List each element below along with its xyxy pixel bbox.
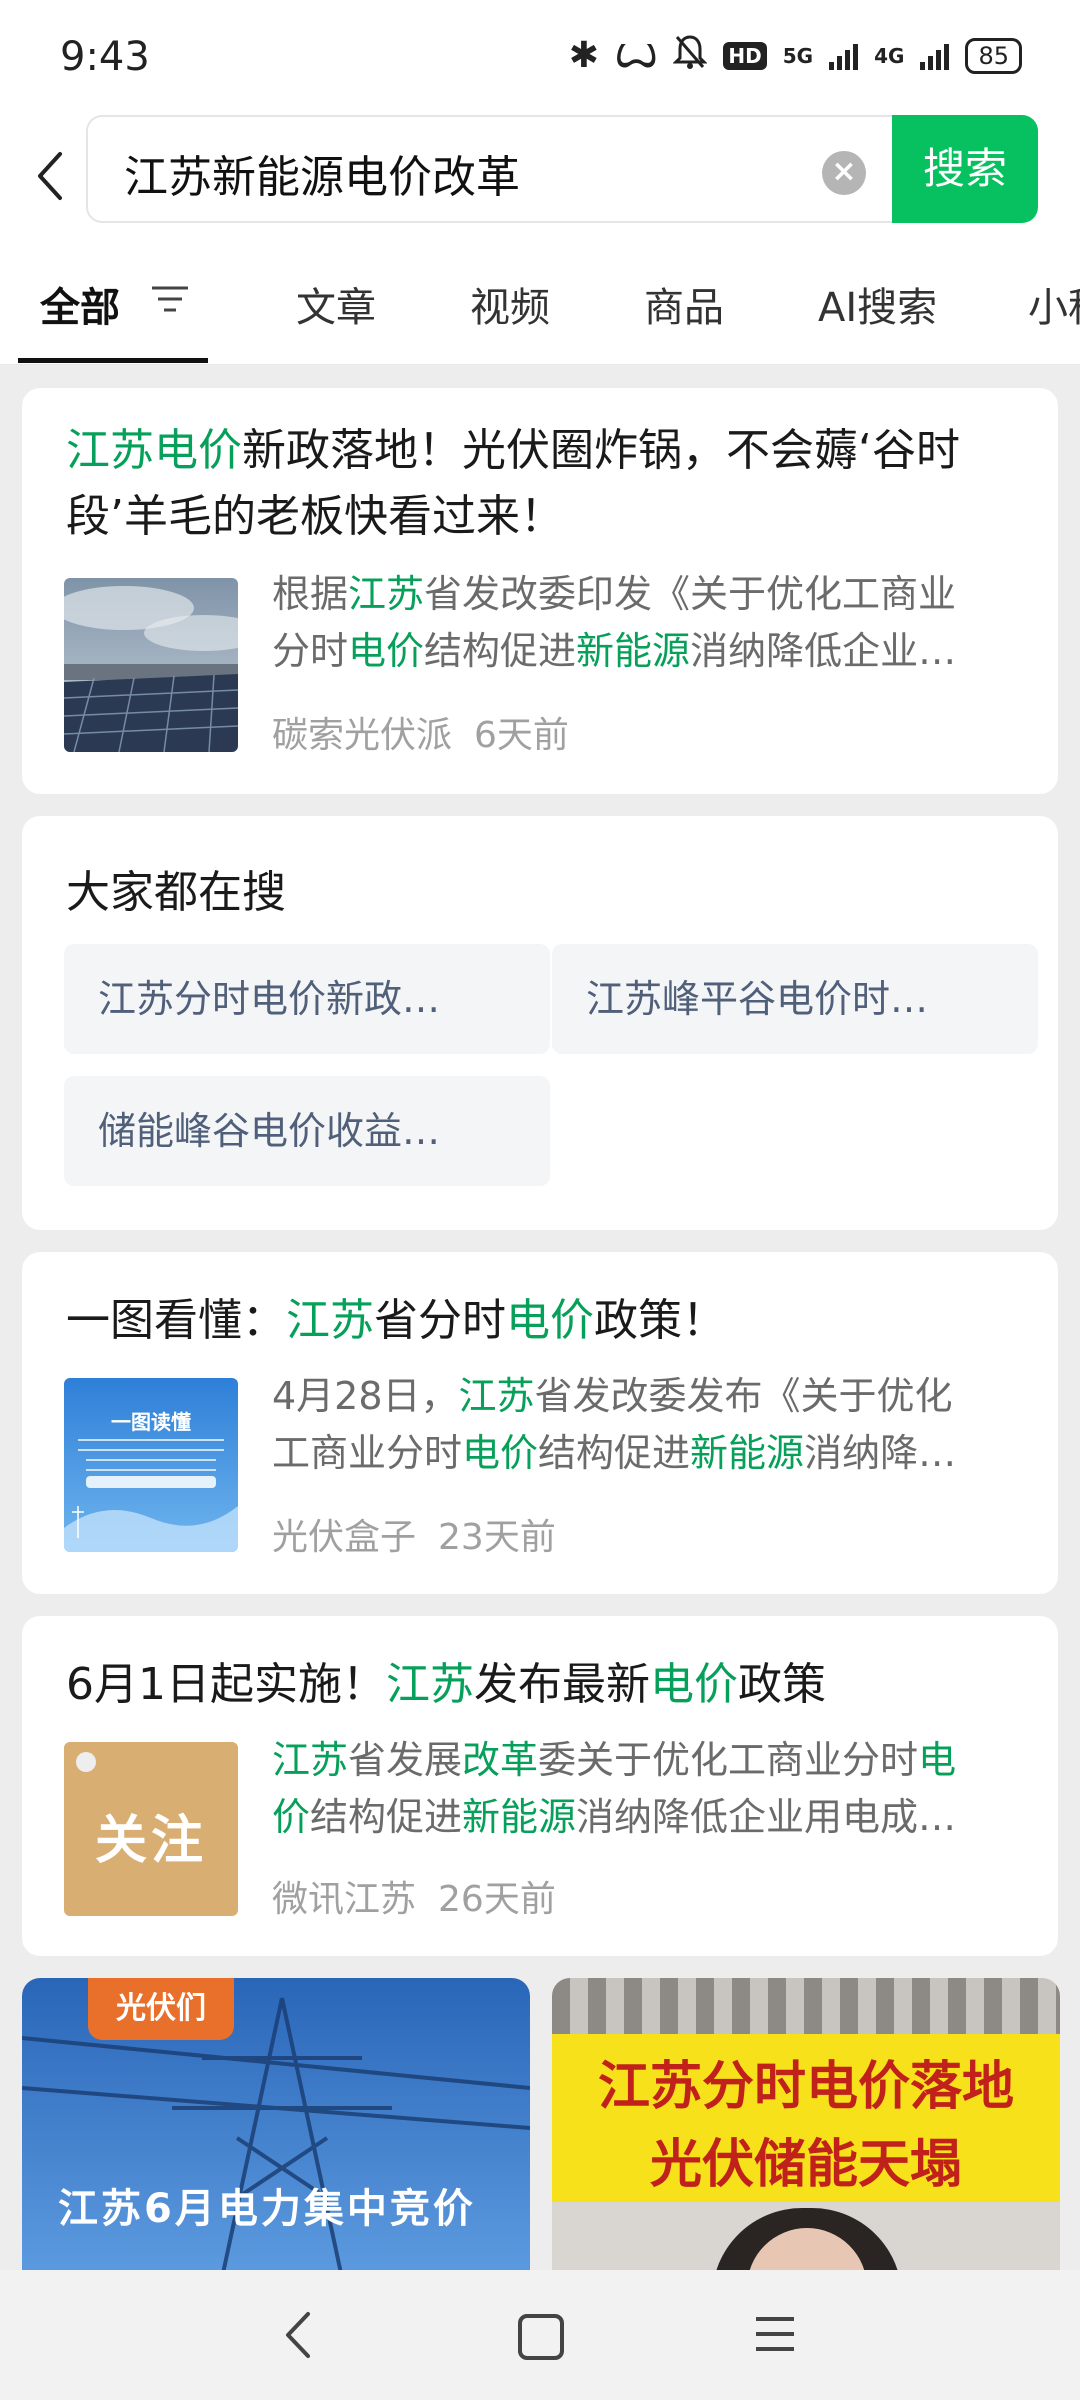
nav-menu-button[interactable] xyxy=(754,2314,796,2358)
tab-products[interactable]: 商品 xyxy=(644,275,724,333)
suggestion-chip[interactable]: 储能峰谷电价收益… xyxy=(64,1076,550,1186)
logo-icon xyxy=(76,1752,96,1772)
hd-voice-badge: HD xyxy=(723,41,767,70)
result-source[interactable]: 光伏盒子 xyxy=(272,1517,416,1558)
nav-back-icon xyxy=(286,2312,310,2358)
result-meta: 微讯江苏 26天前 xyxy=(272,1870,556,1922)
suggestion-chip[interactable]: 江苏分时电价新政… xyxy=(64,944,550,1054)
tab-videos[interactable]: 视频 xyxy=(470,275,550,333)
result-thumbnail: 关注 xyxy=(64,1742,238,1916)
video-caption: 江苏6月电力集中竞价 xyxy=(58,2186,476,2232)
result-meta: 碳索光伏派 6天前 xyxy=(272,706,569,758)
result-meta: 光伏盒子 23天前 xyxy=(272,1508,556,1560)
result-card[interactable]: 江苏电价新政落地！光伏圈炸锅，不会薅‘谷时段’羊毛的老板快看过来！ 根据江苏省发… xyxy=(22,388,1058,794)
people-also-search-title: 大家都在搜 xyxy=(66,867,286,918)
status-time: 9:43 xyxy=(60,34,150,80)
5g-icon: 5G xyxy=(782,43,814,68)
result-time: 26天前 xyxy=(438,1879,556,1920)
result-card[interactable]: 6月1日起实施！江苏发布最新电价政策 关注 江苏省发展改革委关于优化工商业分时电… xyxy=(22,1616,1058,1956)
signal-5g-icon xyxy=(829,42,859,70)
suggestion-chip[interactable]: 江苏峰平谷电价时… xyxy=(552,944,1038,1054)
mute-bell-icon xyxy=(672,34,709,77)
back-button[interactable] xyxy=(30,148,80,208)
search-button[interactable]: 搜索 xyxy=(892,115,1038,223)
result-time: 6天前 xyxy=(474,715,569,756)
clear-icon[interactable]: × xyxy=(822,151,866,195)
video-card[interactable]: 江苏分时电价落地 光伏储能天塌 xyxy=(552,1978,1060,2278)
search-header: 江苏新能源电价改革 × 搜索 xyxy=(0,110,1080,240)
result-snippet: 4月28日，江苏省发改委发布《关于优化 工商业分时电价结构促进新能源消纳降… xyxy=(272,1374,957,1475)
earbuds-icon: Ꙍ xyxy=(614,34,658,76)
result-time: 23天前 xyxy=(438,1517,556,1558)
tab-ai-search[interactable]: AI搜索 xyxy=(818,275,937,333)
search-input[interactable]: 江苏新能源电价改革 × xyxy=(86,115,896,223)
battery-indicator: 85 xyxy=(965,37,1022,74)
nav-home-button[interactable] xyxy=(518,2314,564,2360)
result-thumbnail: 一图读懂 xyxy=(64,1378,238,1552)
result-snippet: 江苏省发展改革委关于优化工商业分时电 价结构促进新能源消纳降低企业用电成… xyxy=(272,1738,957,1839)
channel-logo: 光伏们 xyxy=(88,1978,234,2040)
result-title[interactable]: 一图看懂：江苏省分时电价政策！ xyxy=(66,1288,726,1354)
result-title[interactable]: 江苏电价新政落地！光伏圈炸锅，不会薅‘谷时段’羊毛的老板快看过来！ xyxy=(66,418,1026,550)
system-nav-bar xyxy=(0,2270,1080,2400)
nav-menu-icon xyxy=(756,2317,794,2351)
signal-4g-icon xyxy=(920,42,950,70)
status-bar: 9:43 ✱ Ꙍ HD 5G 4G 85 xyxy=(0,0,1080,110)
active-tab-underline xyxy=(18,358,208,363)
result-card[interactable]: 一图看懂：江苏省分时电价政策！ 一图读懂 4月28日，江苏省发改委发布《关于优化… xyxy=(22,1252,1058,1594)
result-thumbnail xyxy=(64,578,238,752)
tab-articles[interactable]: 文章 xyxy=(296,275,376,333)
result-source[interactable]: 碳索光伏派 xyxy=(272,715,452,756)
curtain-backdrop xyxy=(552,1978,1060,2038)
video-banner: 江苏分时电价落地 光伏储能天塌 xyxy=(552,2034,1060,2202)
result-snippet: 根据江苏省发改委印发《关于优化工商业 分时电价结构促进新能源消纳降低企业… xyxy=(272,572,957,673)
search-query[interactable]: 江苏新能源电价改革 xyxy=(124,141,520,205)
tab-all[interactable]: 全部 xyxy=(40,275,120,333)
video-card[interactable]: 光伏们 江苏6月电力集中竞价 xyxy=(22,1978,530,2278)
nav-back-button[interactable] xyxy=(278,2308,318,2366)
people-also-search-card: 大家都在搜 江苏分时电价新政… 江苏峰平谷电价时… 储能峰谷电价收益… xyxy=(22,816,1058,1230)
back-arrow-icon xyxy=(38,152,62,200)
filter-tabs: 全部 文章 视频 商品 AI搜索 小程 xyxy=(0,240,1080,365)
tab-mini-programs[interactable]: 小程 xyxy=(1028,275,1080,333)
bluetooth-icon: ✱ xyxy=(568,34,599,76)
status-icons: ✱ Ꙍ HD 5G 4G 85 xyxy=(569,34,1022,77)
4g-icon: 4G xyxy=(874,43,905,68)
result-source[interactable]: 微讯江苏 xyxy=(272,1879,416,1920)
result-title[interactable]: 6月1日起实施！江苏发布最新电价政策 xyxy=(66,1652,826,1718)
filter-icon[interactable] xyxy=(150,284,190,318)
